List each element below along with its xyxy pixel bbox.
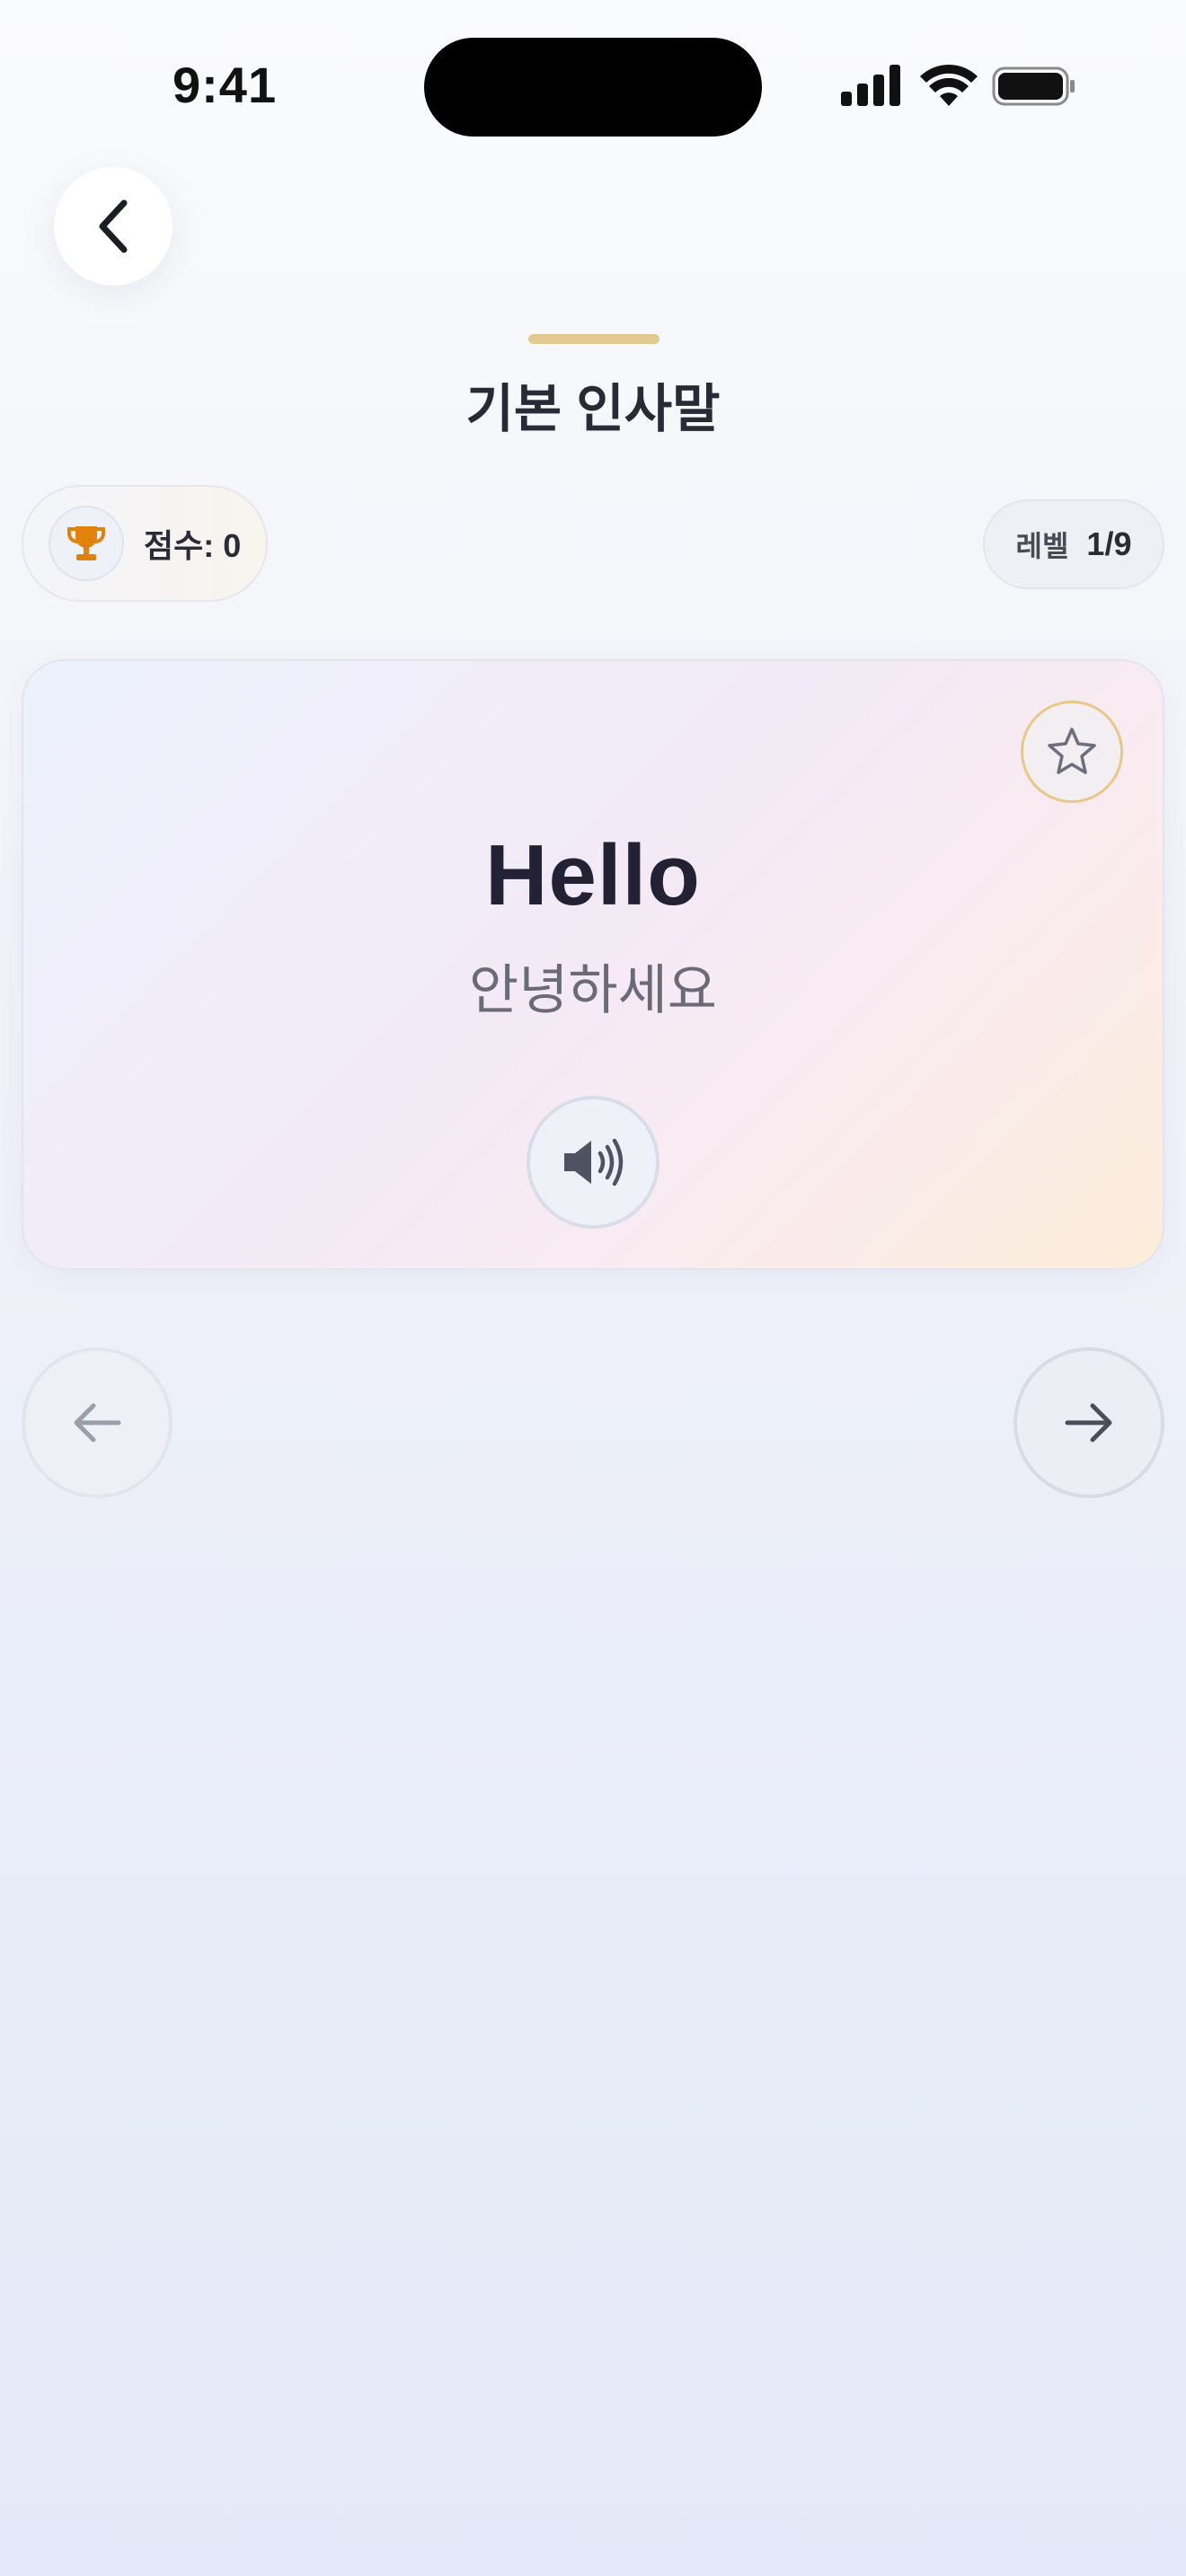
status-time: 9:41 bbox=[173, 57, 278, 113]
play-audio-button[interactable] bbox=[527, 1096, 659, 1229]
trophy-icon bbox=[67, 526, 105, 560]
cellular-signal-icon bbox=[841, 65, 900, 106]
next-card-button[interactable] bbox=[1013, 1347, 1164, 1498]
title-accent-bar bbox=[528, 334, 659, 344]
flashcard-word: Hello bbox=[485, 827, 701, 923]
speaker-icon bbox=[564, 1138, 624, 1187]
back-button[interactable] bbox=[54, 167, 173, 286]
chevron-left-icon bbox=[99, 199, 128, 253]
star-icon bbox=[1048, 728, 1096, 774]
level-badge: 레벨 1/9 bbox=[983, 499, 1164, 589]
score-badge: 점수: 0 bbox=[22, 485, 268, 602]
battery-icon bbox=[992, 66, 1075, 106]
page-title: 기본 인사말 bbox=[465, 380, 721, 438]
level-label: 레벨 bbox=[1015, 530, 1069, 562]
previous-card-button[interactable] bbox=[22, 1347, 173, 1498]
arrow-left-icon bbox=[74, 1403, 121, 1442]
score-label: 점수: 0 bbox=[144, 527, 242, 564]
dynamic-island bbox=[424, 38, 762, 137]
wifi-icon bbox=[920, 65, 978, 106]
flashcard-translation: 안녕하세요 bbox=[469, 960, 717, 1020]
favorite-button[interactable] bbox=[1021, 701, 1123, 803]
trophy-icon-container bbox=[49, 506, 124, 581]
arrow-right-icon bbox=[1065, 1403, 1112, 1442]
level-value: 1/9 bbox=[1086, 525, 1132, 562]
